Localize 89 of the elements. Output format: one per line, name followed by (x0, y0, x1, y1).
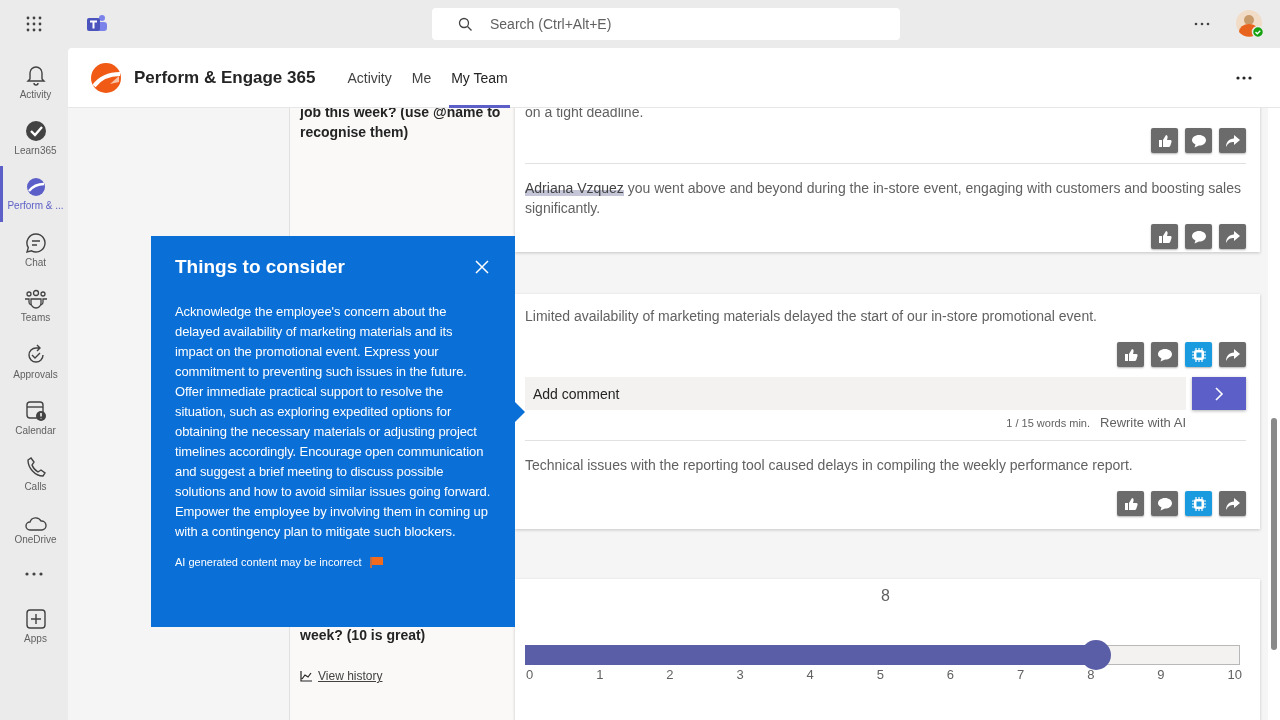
tick-label: 3 (736, 667, 744, 682)
comment-button[interactable] (1185, 128, 1212, 153)
rewrite-button[interactable]: Rewrite with AI (1100, 415, 1186, 430)
scrollbar[interactable] (1268, 108, 1280, 720)
chat-icon (24, 232, 47, 254)
calendar-icon (24, 400, 47, 422)
more-icon[interactable] (1194, 22, 1210, 26)
avatar[interactable] (1236, 10, 1264, 38)
chart-icon (300, 670, 312, 682)
tick-label: 7 (1017, 667, 1025, 682)
tick-label: 10 (1227, 667, 1242, 682)
comment-field[interactable]: Add comment (525, 377, 1186, 410)
app-launcher-icon[interactable] (26, 16, 42, 32)
more-icon[interactable] (1236, 75, 1252, 80)
rail-item[interactable]: Activity (0, 54, 68, 110)
mention-tag[interactable]: Adriana Vzquez (525, 180, 624, 196)
answer-text: Limited availability of marketing materials delayed the start of our in-store promotional event. (525, 307, 1098, 326)
speech-bubble-icon (1190, 229, 1207, 244)
comment-button[interactable] (1151, 342, 1178, 367)
question-text: week? (10 is great) (300, 626, 427, 645)
share-arrow-icon (1224, 347, 1241, 362)
ai-button[interactable] (1185, 491, 1212, 516)
share-button[interactable] (1219, 224, 1246, 249)
ai-button[interactable] (1185, 342, 1212, 367)
chevron-icon (1214, 386, 1224, 401)
share-button[interactable] (1219, 491, 1246, 516)
tick-label: 5 (876, 667, 884, 682)
thumbs-up-icon (1123, 347, 1138, 362)
bell-icon (25, 64, 46, 86)
tick-label: 1 (596, 667, 604, 682)
more-apps-icon[interactable] (25, 572, 43, 576)
approval-icon (25, 344, 46, 366)
check-circle-icon (24, 120, 47, 142)
share-arrow-icon (1224, 133, 1241, 148)
teams-logo-icon (86, 14, 108, 34)
search-icon (458, 17, 472, 31)
app-logo-icon (25, 177, 46, 197)
close-button[interactable] (473, 258, 491, 276)
chip-icon (1190, 495, 1207, 512)
like-button[interactable] (1117, 342, 1144, 367)
tick-label: 2 (666, 667, 674, 682)
tick-label: 8 (1087, 667, 1095, 682)
like-button[interactable] (1151, 224, 1178, 249)
speech-bubble-icon (1190, 133, 1207, 148)
thumbs-up-icon (1157, 133, 1172, 148)
tick-label: 9 (1157, 667, 1165, 682)
share-button[interactable] (1219, 128, 1246, 153)
people-icon (23, 289, 48, 309)
share-arrow-icon (1224, 229, 1241, 244)
tab[interactable]: Me (409, 47, 434, 108)
popup-text: Acknowledge the employee's concern about the delayed availability of marketing materials and its impact on the promotional event. Express your commitment to preventing such issues in the future. Offer immediate practical support to resolve the situation, such as exploring expedited options for obtaining the necessary materials or adjusting project timelines accordingly. Encourage open communication and suggest a brief meeting to discuss possible solutions and how to avoid similar issues going forward. Empower the employee by involving them in coming up with a contingency plan to mitigate such blockers. (175, 303, 491, 541)
rail-item[interactable]: Approvals (0, 334, 68, 390)
tick-label: 4 (806, 667, 814, 682)
search-field[interactable]: Search (Ctrl+Alt+E) (432, 8, 900, 40)
rail-item[interactable]: OneDrive (0, 502, 68, 558)
comment-button[interactable] (1151, 491, 1178, 516)
rating-slider[interactable] (525, 640, 1240, 670)
like-button[interactable] (1117, 491, 1144, 516)
rail-item[interactable]: Calls (0, 446, 68, 502)
rail-item[interactable]: Teams (0, 278, 68, 334)
phone-icon (25, 456, 46, 478)
rail-item[interactable]: Learn365 (0, 110, 68, 166)
tick-label: 0 (526, 667, 534, 682)
cloud-icon (23, 515, 48, 531)
tick-label: 6 (946, 667, 955, 682)
speech-bubble-icon (1156, 347, 1173, 362)
rail-item[interactable]: Chat (0, 222, 68, 278)
tab[interactable]: Activity (345, 47, 394, 108)
app-logo-icon (90, 61, 122, 94)
answer-text: Adriana Vzquez you went above and beyond during the in-store event, engaging with customers and boosting sales significantly. (525, 179, 1243, 218)
add-app-icon (24, 608, 47, 630)
chip-icon (1190, 346, 1207, 363)
thumbs-up-icon (1157, 229, 1172, 244)
comment-button[interactable] (1185, 224, 1212, 249)
like-button[interactable] (1151, 128, 1178, 153)
close-icon (475, 260, 489, 274)
share-arrow-icon (1224, 496, 1241, 511)
share-button[interactable] (1219, 342, 1246, 367)
word-counter: 1 / 15 words min. (1006, 416, 1090, 429)
disclaimer-text: AI generated content may be incorrect (175, 556, 362, 568)
speech-bubble-icon (1156, 496, 1173, 511)
rail-item[interactable]: Calendar (0, 390, 68, 446)
view-history-link[interactable]: View history (300, 669, 383, 683)
rating-value: 8 (881, 587, 890, 605)
answer-text: Technical issues with the reporting tool caused delays in compiling the weekly performance report. (525, 456, 1134, 475)
app-title: Perform & Engage 365 (134, 67, 316, 88)
thumbs-up-icon (1123, 496, 1138, 511)
rail-item[interactable]: Apps (0, 598, 68, 654)
popup-title: Things to consider (175, 256, 345, 278)
